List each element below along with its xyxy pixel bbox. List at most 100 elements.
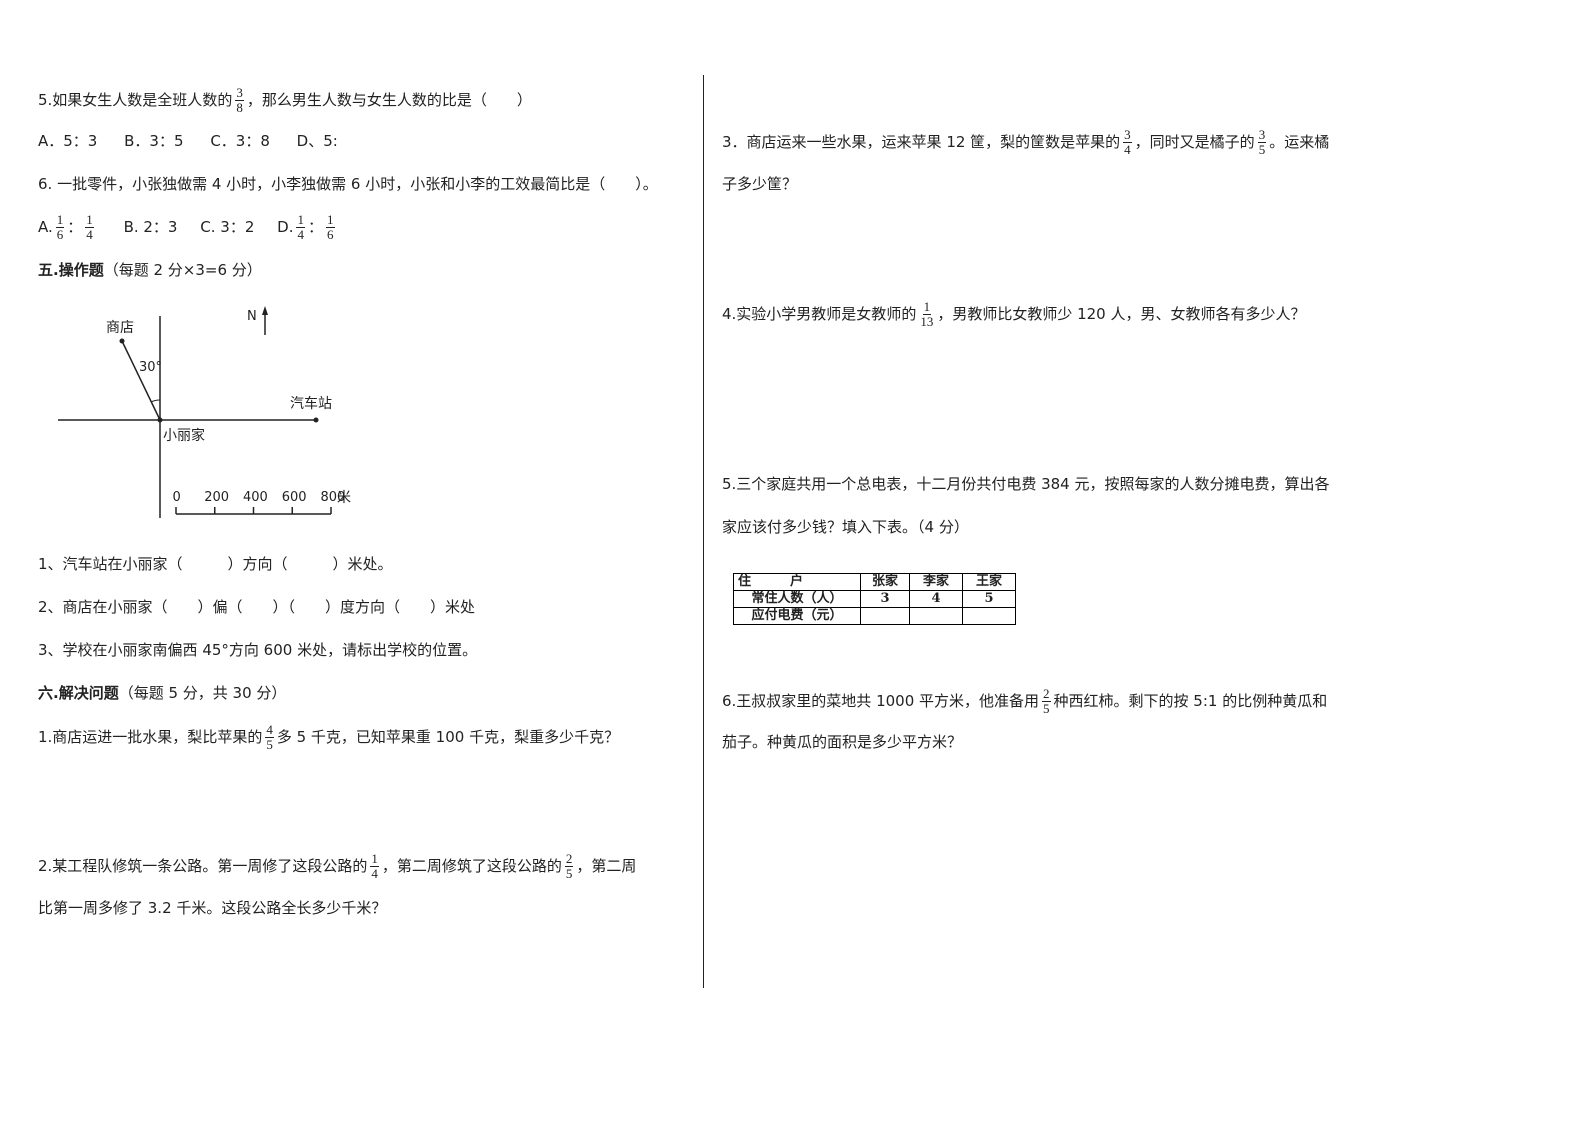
question-6-options: A. 1 6： 1 4 B. 2：3 C. 3：2 D. 1 4： 1 6 <box>38 213 338 242</box>
shop-point <box>119 338 125 344</box>
problem-6: 6.王叔叔家里的菜地共 1000 平方米，他准备用 2 5 种西红柿。剩下的按 5:1… <box>722 687 1327 716</box>
fraction-denominator: 5 <box>1258 142 1266 157</box>
electricity-fee-table: 住 户 张家 李家 王家 常住人数（人） 3 4 5 应付电费（元） <box>733 573 1016 625</box>
problem-5: 5.三个家庭共用一个总电表，十二月份共付电费 384 元，按照每家的人数分摊电费… <box>722 475 1330 493</box>
fraction-numerator: 3 <box>235 85 244 101</box>
fraction-denominator: 8 <box>236 100 243 115</box>
problem-5-line-2: 家应该付多少钱？填入下表。（4 分） <box>722 518 969 536</box>
bus-station-point <box>313 417 319 423</box>
fraction: 35 <box>1257 128 1267 157</box>
problem-text-cont: 。运来橘 <box>1269 133 1330 151</box>
table-cell: 5 <box>962 590 1016 608</box>
fraction: 38 <box>235 86 244 115</box>
shop-label: 商店 <box>106 320 134 336</box>
fraction: 14 <box>370 852 379 881</box>
fraction-numerator: 4 <box>265 722 274 738</box>
option-b: B. 2：3 <box>123 218 178 236</box>
problem-text: 3．商店运来一些水果，运来苹果 12 筐，梨的筐数是苹果的 <box>722 133 1121 151</box>
angle-arc <box>150 399 161 403</box>
table-header-cell: 李家 <box>909 573 963 591</box>
fraction-numerator: 1 <box>922 299 932 315</box>
fraction: 1 13 <box>919 300 934 329</box>
problem-text: 4.实验小学男教师是女教师的 <box>722 305 917 323</box>
fraction: 25 <box>564 852 574 881</box>
fraction-denominator: 4 <box>1124 142 1131 157</box>
answer-cell[interactable] <box>909 607 963 625</box>
question-5-text-cont: ，那么男生人数与女生人数的比是（ ） <box>246 91 532 109</box>
fraction-denominator: 4 <box>297 227 304 242</box>
answer-cell[interactable] <box>962 607 1016 625</box>
column-divider <box>703 75 704 988</box>
angle-label: 30° <box>139 360 162 375</box>
scale-tick-label: 400 <box>243 490 268 505</box>
home-label: 小丽家 <box>163 427 205 444</box>
fraction-denominator: 4 <box>86 227 93 242</box>
fraction-numerator: 1 <box>326 212 335 228</box>
answer-cell[interactable] <box>860 607 910 625</box>
fraction: 34 <box>1123 128 1132 157</box>
problem-text: 1.商店运进一批水果，梨比苹果的 <box>38 728 263 746</box>
question-6: 6. 一批零件，小张独做需 4 小时，小李独做需 6 小时，小张和小李的工效最简… <box>38 175 658 193</box>
problem-2: 2.某工程队修筑一条公路。第一周修了这段公路的 1 4 ，第二周修筑了这段公路的 2 5，… <box>38 852 636 881</box>
option-a-label: A. <box>38 218 53 236</box>
fraction-denominator: 4 <box>371 866 378 881</box>
fraction: 14 <box>85 213 94 242</box>
north-label: N <box>247 309 257 324</box>
bus-station-label: 汽车站 <box>290 395 332 412</box>
north-arrow-icon <box>262 306 268 315</box>
operation-1: 1、汽车站在小丽家（ ）方向（ ）米处。 <box>38 555 393 573</box>
problem-text-cont: ，同时又是橘子的 <box>1134 133 1255 151</box>
problem-text-cont: 种西红柿。剩下的按 5:1 的比例种黄瓜和 <box>1053 692 1328 710</box>
option-c: C．3：8 <box>210 132 270 150</box>
table-header-cell: 王家 <box>962 573 1016 591</box>
fraction-denominator: 6 <box>327 227 334 242</box>
table-cell: 3 <box>860 590 910 608</box>
scale-tick-label: 600 <box>282 490 307 505</box>
problem-3-line-2: 子多少筐？ <box>722 175 798 193</box>
option-a: A．5：3 <box>38 132 98 150</box>
fraction: 25 <box>1042 687 1051 716</box>
scale-tick-label: 800 <box>321 490 346 505</box>
problem-text-cont: ，第二周 <box>576 857 637 875</box>
table-header-row: 住 户 张家 李家 王家 <box>733 573 1016 591</box>
option-d-label: D. <box>277 218 294 236</box>
table-cell: 常住人数（人） <box>733 590 861 608</box>
table-header-cell: 住 户 <box>733 573 861 591</box>
fraction-denominator: 5 <box>565 866 573 881</box>
option-c: C. 3：2 <box>200 218 255 236</box>
fraction-denominator: 5 <box>1043 701 1050 716</box>
problem-4: 4.实验小学男教师是女教师的 1 13 ，男教师比女教师少 120 人，男、女教师各有… <box>722 300 1306 329</box>
section-6-heading: 六.解决问题（每题 5 分，共 30 分） <box>38 683 286 703</box>
question-5: 5.如果女生人数是全班人数的 3 8 ，那么男生人数与女生人数的比是（ ） <box>38 86 532 115</box>
fraction-numerator: 2 <box>1042 686 1051 702</box>
problem-6-line-2: 茄子。种黄瓜的面积是多少平方米？ <box>722 733 963 751</box>
direction-map-diagram: N 商店 30° 汽车站 小丽家 米 0 200 400 600 800 <box>58 306 351 518</box>
operation-3: 3、学校在小丽家南偏西 45°方向 600 米处，请标出学校的位置。 <box>38 641 478 659</box>
question-5-options: A．5：3 B．3：5 C．3：8 D、5: <box>38 131 338 151</box>
option-d: D、5: <box>296 132 338 150</box>
scale-tick-label: 200 <box>204 490 229 505</box>
fraction-numerator: 1 <box>55 212 65 228</box>
fraction: 16 <box>55 212 65 242</box>
problem-1: 1.商店运进一批水果，梨比苹果的 4 5 多 5 千克，已知苹果重 100 千克，梨重… <box>38 723 619 752</box>
fraction: 14 <box>296 213 305 242</box>
fraction-numerator: 1 <box>296 212 305 228</box>
problem-text-cont: ，第二周修筑了这段公路的 <box>381 857 562 875</box>
fraction-denominator: 5 <box>266 737 273 752</box>
colon: ： <box>67 218 83 236</box>
question-5-text: 5.如果女生人数是全班人数的 <box>38 91 233 109</box>
fraction: 45 <box>265 723 274 752</box>
table-cell: 应付电费（元） <box>733 607 861 625</box>
table-row: 常住人数（人） 3 4 5 <box>733 590 1016 608</box>
fraction-denominator: 13 <box>920 314 934 329</box>
scale-bar <box>175 507 332 515</box>
operation-2: 2、商店在小丽家（ ）偏（ ）（ ）度方向（ ）米处 <box>38 598 476 616</box>
section-title: 五.操作题 <box>38 261 104 279</box>
problem-text-cont: ，男教师比女教师少 120 人，男、女教师各有多少人？ <box>937 305 1306 323</box>
problem-text-cont: 多 5 千克，已知苹果重 100 千克，梨重多少千克？ <box>276 728 620 746</box>
section-5-heading: 五.操作题（每题 2 分×3=6 分） <box>38 260 262 280</box>
home-point <box>157 417 163 423</box>
table-cell: 4 <box>909 590 963 608</box>
problem-2-line-2: 比第一周多修了 3.2 千米。这段公路全长多少千米？ <box>38 899 387 917</box>
table-header-cell: 张家 <box>860 573 910 591</box>
